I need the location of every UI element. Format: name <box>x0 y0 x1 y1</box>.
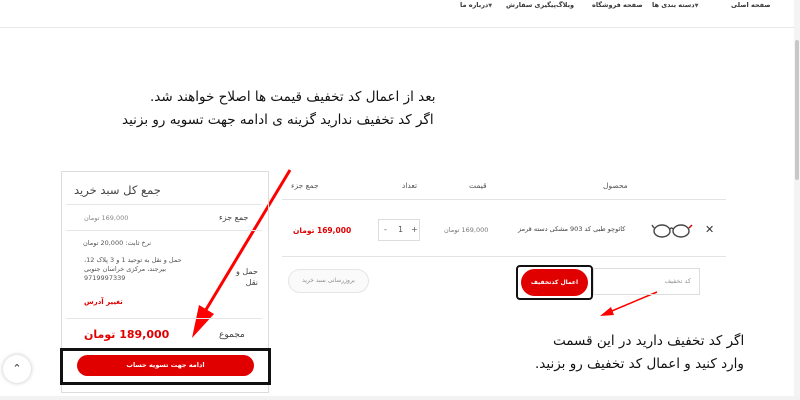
column-header-subtotal: جمع جزء <box>291 181 319 190</box>
shipping-label: حمل و نقل <box>235 267 258 287</box>
shipping-address: حمل و نقل به توحید 1 و 3 پلاک 12، بیرجند… <box>84 256 182 282</box>
column-header-price: قیمت <box>469 181 487 190</box>
table-row-divider <box>282 256 726 257</box>
annotation-line-1: اگر کد تخفیف دارید در این قسمت <box>553 333 745 349</box>
subtotal-label: جمع جزء <box>219 213 249 222</box>
annotation-line-2: وارد کنید و اعمال کد تخفیف رو بزنید. <box>535 356 744 372</box>
chevron-up-icon: ⌃ <box>12 362 22 375</box>
product-thumbnail[interactable] <box>651 220 693 240</box>
column-header-product: محصول <box>603 181 628 190</box>
plus-icon[interactable]: + <box>411 225 418 234</box>
update-cart-button[interactable]: بروزرسانی سبد خرید <box>288 269 369 293</box>
page-bottom-edge <box>0 396 800 400</box>
shipping-rate: نرخ ثابت: 20,000 تومان <box>83 239 151 247</box>
coupon-code-input[interactable]: کد تخفیف <box>593 268 700 295</box>
total-value: 189,000 تومان <box>84 328 170 341</box>
change-address-link[interactable]: تغییر آدرس <box>84 298 123 306</box>
shipping-rate-text: نرخ ثابت: 20,000 تومان <box>83 239 152 247</box>
proceed-to-checkout-button[interactable]: ادامه جهت تسویه حساب <box>77 355 254 376</box>
divider <box>66 318 262 319</box>
divider <box>66 230 262 231</box>
apply-coupon-button[interactable]: اعمال کدتخفیف <box>521 269 588 296</box>
cart-totals-title: جمع کل سبد خرید <box>74 183 161 197</box>
quantity-stepper[interactable]: - 1 + <box>378 219 420 241</box>
divider <box>66 204 262 205</box>
row-subtotal: 169,000 تومان <box>293 226 352 235</box>
subtotal-value: 169,000 تومان <box>84 214 129 222</box>
arrow-to-coupon <box>600 291 658 316</box>
minus-icon[interactable]: - <box>384 225 387 234</box>
total-label: مجموع <box>219 330 245 340</box>
remove-item-icon[interactable]: ✕ <box>705 223 714 236</box>
product-name-link[interactable]: کائوچو طبی کد 903 مشکی دسته قرمز <box>518 225 625 233</box>
scroll-to-top-button[interactable]: ⌃ <box>3 355 31 383</box>
table-header-divider <box>282 199 726 200</box>
product-price: 169,000 تومان <box>444 226 489 234</box>
quantity-value[interactable]: 1 <box>398 225 403 234</box>
column-header-quantity: تعداد <box>402 181 418 190</box>
